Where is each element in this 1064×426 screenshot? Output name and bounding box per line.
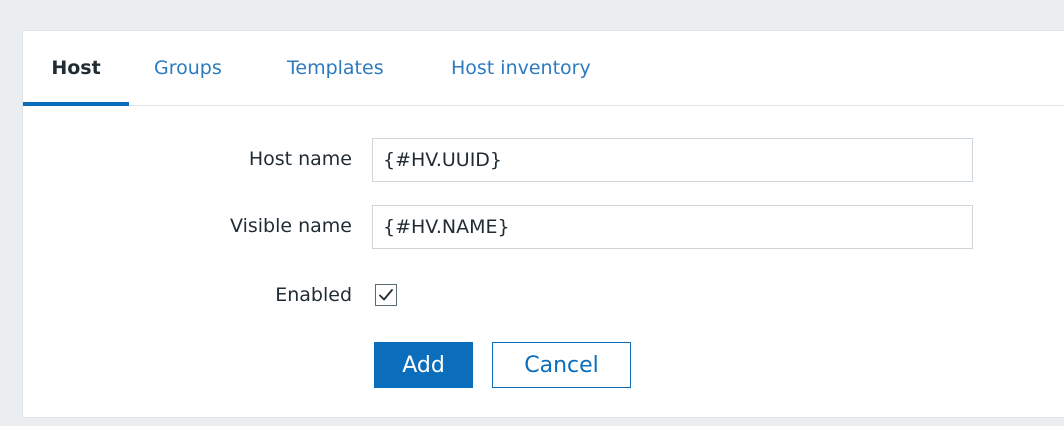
host-prototype-form-panel: Host Groups Templates Host inventory Hos… bbox=[22, 30, 1064, 418]
host-name-field[interactable] bbox=[372, 138, 973, 182]
host-name-label: Host name bbox=[248, 148, 352, 170]
visible-name-label: Visible name bbox=[230, 215, 352, 237]
tab-host[interactable]: Host bbox=[23, 31, 129, 106]
checkmark-icon bbox=[379, 289, 393, 301]
visible-name-field[interactable] bbox=[372, 205, 973, 249]
cancel-button[interactable]: Cancel bbox=[492, 342, 631, 388]
tab-groups[interactable]: Groups bbox=[154, 31, 222, 105]
tab-templates[interactable]: Templates bbox=[287, 31, 384, 105]
enabled-label: Enabled bbox=[275, 284, 352, 306]
enabled-checkbox[interactable] bbox=[375, 284, 397, 306]
add-button[interactable]: Add bbox=[374, 342, 473, 388]
tab-bar: Host Groups Templates Host inventory bbox=[23, 31, 1064, 106]
tab-host-inventory[interactable]: Host inventory bbox=[451, 31, 591, 105]
